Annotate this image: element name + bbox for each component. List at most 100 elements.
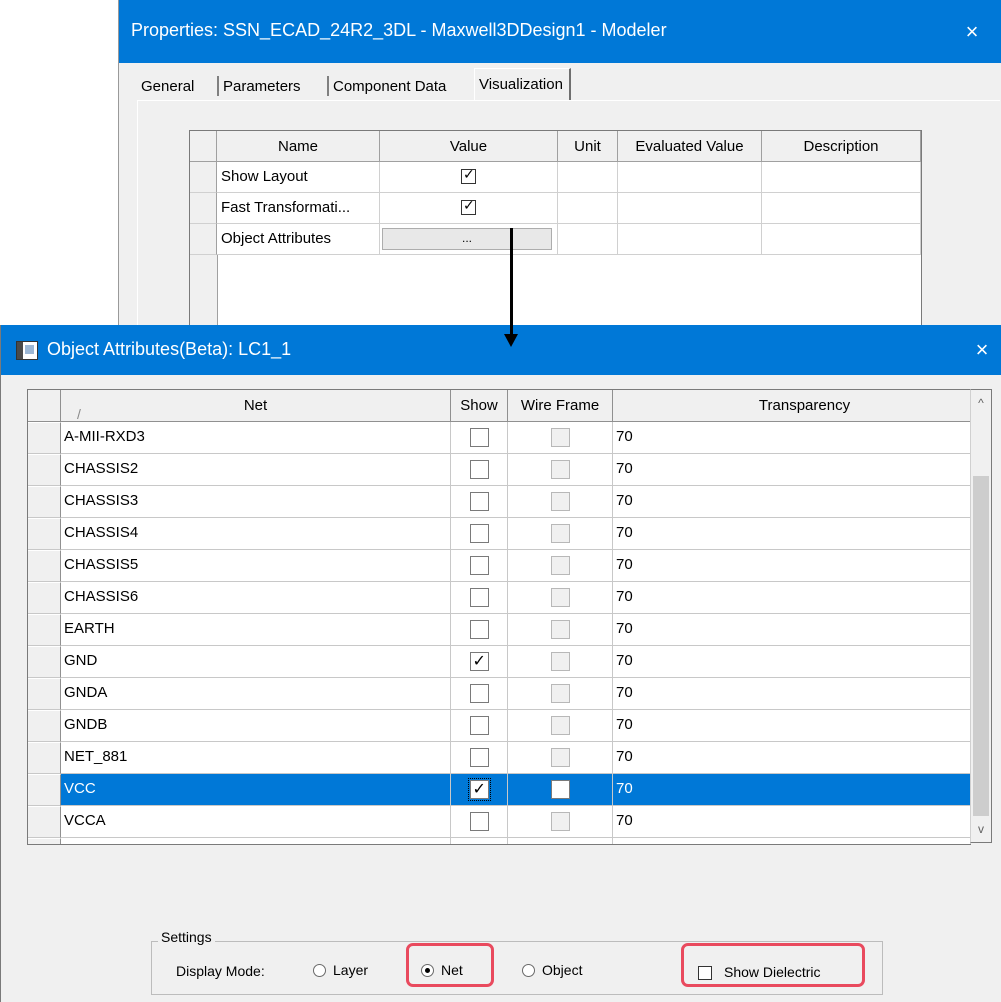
show-checkbox[interactable] xyxy=(469,587,489,607)
transparency-cell[interactable]: 70 xyxy=(613,486,971,518)
wire-frame-checkbox[interactable] xyxy=(550,747,570,767)
show-checkbox[interactable] xyxy=(469,715,489,735)
vertical-scrollbar[interactable]: ^ v xyxy=(970,389,992,843)
transparency-cell[interactable]: 70 xyxy=(613,678,971,710)
show-checkbox[interactable] xyxy=(469,683,489,703)
display-mode-object-label[interactable]: Object xyxy=(542,962,582,978)
display-mode-object-radio[interactable] xyxy=(522,964,535,977)
transparency-cell[interactable]: 70 xyxy=(613,422,971,454)
show-checkbox[interactable] xyxy=(469,523,489,543)
row-header[interactable] xyxy=(28,710,61,742)
net-row[interactable]: CHASSIS5 70 xyxy=(28,550,971,582)
scrollbar-thumb[interactable] xyxy=(973,476,989,816)
show-checkbox[interactable] xyxy=(469,747,489,767)
show-checkbox[interactable]: ✓ xyxy=(469,651,489,671)
row-header[interactable] xyxy=(28,646,61,678)
row-header[interactable] xyxy=(190,162,217,193)
wire-frame-checkbox[interactable] xyxy=(550,491,570,511)
wire-frame-checkbox[interactable] xyxy=(550,651,570,671)
net-name-cell[interactable]: GND xyxy=(61,646,451,678)
wire-frame-checkbox[interactable] xyxy=(550,459,570,479)
transparency-cell[interactable]: 70 xyxy=(613,710,971,742)
column-header-wire-frame[interactable]: Wire Frame xyxy=(508,390,613,422)
row-header[interactable] xyxy=(28,838,61,844)
row-header[interactable] xyxy=(190,193,217,224)
properties-close-icon[interactable]: × xyxy=(952,12,992,52)
show-checkbox[interactable] xyxy=(469,427,489,447)
row-header[interactable] xyxy=(28,582,61,614)
net-row[interactable]: NET_881 70 xyxy=(28,742,971,774)
net-row[interactable]: CHASSIS2 70 xyxy=(28,454,971,486)
column-header-name[interactable]: Name xyxy=(217,131,380,162)
row-header[interactable] xyxy=(28,774,61,806)
net-name-cell[interactable]: VCCB xyxy=(61,838,451,844)
column-header-evaluated-value[interactable]: Evaluated Value xyxy=(618,131,762,162)
column-header-value[interactable]: Value xyxy=(380,131,558,162)
wire-frame-checkbox[interactable] xyxy=(550,427,570,447)
column-header-description[interactable]: Description xyxy=(762,131,921,162)
fast-transformation-checkbox[interactable]: ✓ xyxy=(461,198,476,215)
net-name-cell[interactable]: CHASSIS4 xyxy=(61,518,451,550)
transparency-cell[interactable]: 70 xyxy=(613,614,971,646)
show-checkbox[interactable] xyxy=(469,811,489,831)
row-header[interactable] xyxy=(28,422,61,454)
net-name-cell[interactable]: CHASSIS3 xyxy=(61,486,451,518)
wire-frame-checkbox[interactable] xyxy=(550,779,570,799)
net-name-cell[interactable]: GNDB xyxy=(61,710,451,742)
property-row[interactable]: Fast Transformati... ✓ xyxy=(190,193,921,224)
wire-frame-checkbox[interactable] xyxy=(550,523,570,543)
column-header-show[interactable]: Show xyxy=(451,390,508,422)
transparency-cell[interactable]: 70 xyxy=(613,774,971,806)
properties-titlebar[interactable]: Properties: SSN_ECAD_24R2_3DL - Maxwell3… xyxy=(119,0,1001,63)
show-dielectric-checkbox[interactable] xyxy=(698,966,712,980)
transparency-cell[interactable]: 70 xyxy=(613,582,971,614)
net-row[interactable]: GNDB 70 xyxy=(28,710,971,742)
row-header[interactable] xyxy=(190,224,217,255)
tab-parameters[interactable]: Parameters xyxy=(223,74,301,100)
row-header[interactable] xyxy=(28,486,61,518)
net-name-cell[interactable]: VCCA xyxy=(61,806,451,838)
net-name-cell[interactable]: NET_881 xyxy=(61,742,451,774)
net-row[interactable]: GND ✓ 70 xyxy=(28,646,971,678)
wire-frame-checkbox[interactable] xyxy=(550,555,570,575)
wire-frame-checkbox[interactable] xyxy=(550,843,570,844)
transparency-cell[interactable]: 70 xyxy=(613,550,971,582)
net-name-cell[interactable]: VCC xyxy=(61,774,451,806)
net-row[interactable]: EARTH 70 xyxy=(28,614,971,646)
dialog-titlebar[interactable]: Object Attributes(Beta): LC1_1 × xyxy=(1,325,1001,375)
transparency-cell[interactable]: 70 xyxy=(613,838,971,844)
net-name-cell[interactable]: EARTH xyxy=(61,614,451,646)
net-row[interactable]: VCC ✓ 70 xyxy=(28,774,971,806)
show-checkbox[interactable] xyxy=(469,555,489,575)
transparency-cell[interactable]: 70 xyxy=(613,742,971,774)
show-checkbox[interactable] xyxy=(469,459,489,479)
tab-component-data[interactable]: Component Data xyxy=(333,74,446,100)
row-header[interactable] xyxy=(28,806,61,838)
net-name-cell[interactable]: GNDA xyxy=(61,678,451,710)
show-checkbox[interactable] xyxy=(469,491,489,511)
row-header[interactable] xyxy=(28,550,61,582)
net-name-cell[interactable]: CHASSIS6 xyxy=(61,582,451,614)
column-header-net[interactable]: / Net xyxy=(61,390,451,422)
row-header[interactable] xyxy=(28,454,61,486)
column-header-unit[interactable]: Unit xyxy=(558,131,618,162)
transparency-cell[interactable]: 70 xyxy=(613,518,971,550)
property-row[interactable]: Show Layout ✓ xyxy=(190,162,921,193)
net-row[interactable]: CHASSIS6 70 xyxy=(28,582,971,614)
wire-frame-checkbox[interactable] xyxy=(550,683,570,703)
net-row[interactable]: GNDA 70 xyxy=(28,678,971,710)
transparency-cell[interactable]: 70 xyxy=(613,806,971,838)
wire-frame-checkbox[interactable] xyxy=(550,715,570,735)
wire-frame-checkbox[interactable] xyxy=(550,811,570,831)
display-mode-net-label[interactable]: Net xyxy=(441,962,463,978)
property-row[interactable]: Object Attributes ... xyxy=(190,224,921,255)
display-mode-layer-label[interactable]: Layer xyxy=(333,962,368,978)
row-header[interactable] xyxy=(28,742,61,774)
transparency-cell[interactable]: 70 xyxy=(613,454,971,486)
column-header-transparency[interactable]: Transparency xyxy=(613,390,971,422)
display-mode-net-radio[interactable] xyxy=(421,964,434,977)
wire-frame-checkbox[interactable] xyxy=(550,619,570,639)
row-header[interactable] xyxy=(28,678,61,710)
tab-visualization[interactable]: Visualization xyxy=(474,68,571,100)
scroll-down-icon[interactable]: v xyxy=(971,818,991,840)
